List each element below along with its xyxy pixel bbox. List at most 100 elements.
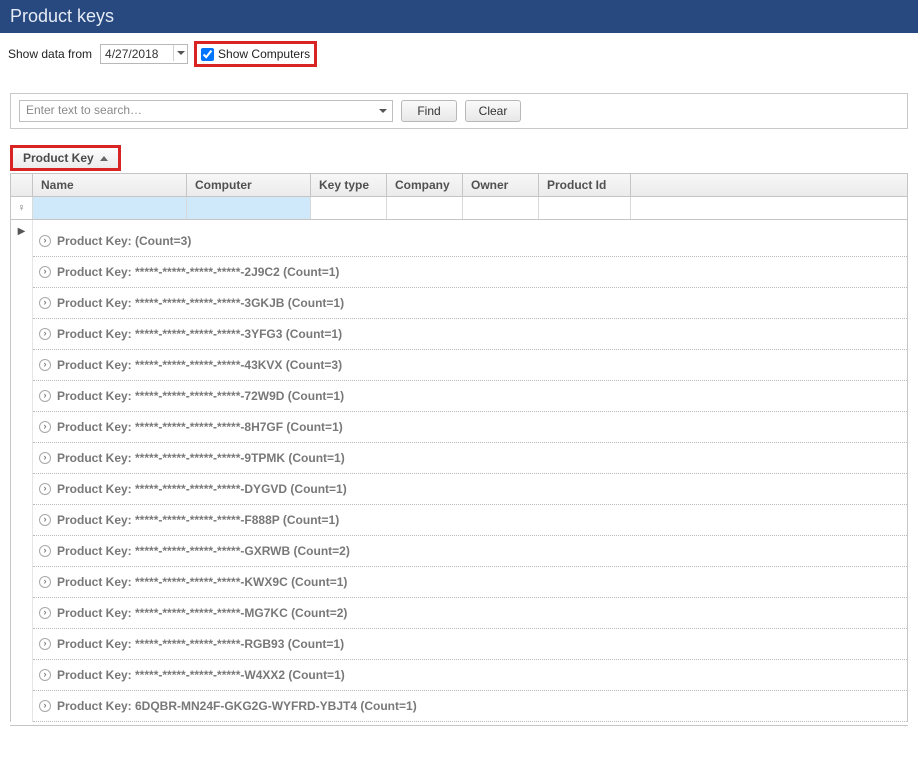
group-row-body: Product Key: *****-*****-*****-*****-F88… bbox=[33, 505, 907, 536]
expand-icon[interactable] bbox=[39, 297, 51, 309]
group-row-text: Product Key: *****-*****-*****-*****-KWX… bbox=[57, 575, 347, 589]
expand-icon[interactable] bbox=[39, 452, 51, 464]
search-placeholder: Enter text to search… bbox=[26, 103, 142, 117]
find-button[interactable]: Find bbox=[401, 100, 457, 122]
group-row-body: Product Key: (Count=3) bbox=[33, 220, 907, 257]
row-indicator bbox=[11, 536, 33, 567]
chevron-down-icon bbox=[379, 109, 387, 113]
group-row[interactable]: Product Key: *****-*****-*****-*****-W4X… bbox=[11, 660, 907, 691]
show-data-from-label: Show data from bbox=[8, 47, 92, 61]
row-indicator bbox=[11, 691, 33, 722]
column-header-keytype[interactable]: Key type bbox=[311, 174, 387, 196]
date-dropdown-icon[interactable] bbox=[173, 45, 187, 61]
expand-icon[interactable] bbox=[39, 607, 51, 619]
group-row[interactable]: Product Key: *****-*****-*****-*****-KWX… bbox=[11, 567, 907, 598]
expand-icon[interactable] bbox=[39, 576, 51, 588]
search-dropdown-icon[interactable] bbox=[376, 104, 390, 118]
row-indicator bbox=[11, 567, 33, 598]
filter-computer-input[interactable] bbox=[187, 197, 310, 219]
group-row[interactable]: Product Key: *****-*****-*****-*****-F88… bbox=[11, 505, 907, 536]
group-row[interactable]: Product Key: *****-*****-*****-*****-9TP… bbox=[11, 443, 907, 474]
row-indicator bbox=[11, 412, 33, 443]
group-row-body: Product Key: *****-*****-*****-*****-3YF… bbox=[33, 319, 907, 350]
group-row-body: Product Key: *****-*****-*****-*****-9TP… bbox=[33, 443, 907, 474]
group-row[interactable]: Product Key: *****-*****-*****-*****-3GK… bbox=[11, 288, 907, 319]
filter-row-indicator-icon: ♀ bbox=[11, 197, 33, 219]
show-computers-label: Show Computers bbox=[218, 47, 310, 61]
group-row-body: Product Key: 6DQBR-MN24F-GKG2G-WYFRD-YBJ… bbox=[33, 691, 907, 722]
group-row[interactable]: Product Key: *****-*****-*****-*****-43K… bbox=[11, 350, 907, 381]
expand-icon[interactable] bbox=[39, 514, 51, 526]
group-row-text: Product Key: *****-*****-*****-*****-3YF… bbox=[57, 327, 342, 341]
clear-button[interactable]: Clear bbox=[465, 100, 521, 122]
group-chip-product-key[interactable]: Product Key bbox=[10, 145, 121, 171]
group-row[interactable]: Product Key: *****-*****-*****-*****-3YF… bbox=[11, 319, 907, 350]
search-input[interactable]: Enter text to search… bbox=[19, 100, 393, 122]
group-row-text: Product Key: (Count=3) bbox=[57, 234, 191, 248]
group-row-text: Product Key: *****-*****-*****-*****-RGB… bbox=[57, 637, 344, 651]
column-header-name[interactable]: Name bbox=[33, 174, 187, 196]
group-row[interactable]: Product Key: *****-*****-*****-*****-RGB… bbox=[11, 629, 907, 660]
expand-icon[interactable] bbox=[39, 390, 51, 402]
expand-icon[interactable] bbox=[39, 328, 51, 340]
filter-productid-input[interactable] bbox=[539, 197, 630, 219]
expand-icon[interactable] bbox=[39, 266, 51, 278]
row-indicator bbox=[11, 443, 33, 474]
grid-header: Name Computer Key type Company Owner Pro… bbox=[10, 173, 908, 220]
expand-icon[interactable] bbox=[39, 669, 51, 681]
group-row-body: Product Key: *****-*****-*****-*****-3GK… bbox=[33, 288, 907, 319]
expand-icon[interactable] bbox=[39, 545, 51, 557]
row-indicator bbox=[11, 350, 33, 381]
group-row-text: Product Key: 6DQBR-MN24F-GKG2G-WYFRD-YBJ… bbox=[57, 699, 417, 713]
filter-owner-input[interactable] bbox=[463, 197, 538, 219]
group-row[interactable]: Product Key: *****-*****-*****-*****-GXR… bbox=[11, 536, 907, 567]
group-row-text: Product Key: *****-*****-*****-*****-9TP… bbox=[57, 451, 345, 465]
group-row[interactable]: Product Key: 6DQBR-MN24F-GKG2G-WYFRD-YBJ… bbox=[11, 691, 907, 722]
show-computers-highlight: Show Computers bbox=[194, 41, 317, 67]
expand-icon[interactable] bbox=[39, 359, 51, 371]
group-row-text: Product Key: *****-*****-*****-*****-F88… bbox=[57, 513, 339, 527]
group-row[interactable]: ▶Product Key: (Count=3) bbox=[11, 220, 907, 257]
group-row-body: Product Key: *****-*****-*****-*****-W4X… bbox=[33, 660, 907, 691]
row-indicator bbox=[11, 319, 33, 350]
group-row-text: Product Key: *****-*****-*****-*****-8H7… bbox=[57, 420, 343, 434]
expand-icon[interactable] bbox=[39, 235, 51, 247]
group-row-body: Product Key: *****-*****-*****-*****-2J9… bbox=[33, 257, 907, 288]
row-indicator bbox=[11, 505, 33, 536]
search-bar: Enter text to search… Find Clear bbox=[10, 93, 908, 129]
filter-bar: Show data from Show Computers bbox=[0, 33, 918, 75]
column-header-company[interactable]: Company bbox=[387, 174, 463, 196]
column-header-owner[interactable]: Owner bbox=[463, 174, 539, 196]
grid-rows: ▶Product Key: (Count=3) Product Key: ****… bbox=[10, 220, 908, 722]
expand-icon[interactable] bbox=[39, 483, 51, 495]
row-indicator bbox=[11, 660, 33, 691]
group-row-body: Product Key: *****-*****-*****-*****-KWX… bbox=[33, 567, 907, 598]
group-row-text: Product Key: *****-*****-*****-*****-W4X… bbox=[57, 668, 345, 682]
row-indicator bbox=[11, 598, 33, 629]
page-title: Product keys bbox=[0, 0, 918, 33]
filter-name-input[interactable] bbox=[33, 197, 186, 219]
row-indicator bbox=[11, 257, 33, 288]
group-row-body: Product Key: *****-*****-*****-*****-72W… bbox=[33, 381, 907, 412]
expand-icon[interactable] bbox=[39, 700, 51, 712]
column-header-computer[interactable]: Computer bbox=[187, 174, 311, 196]
filter-keytype-input[interactable] bbox=[311, 197, 386, 219]
group-row-body: Product Key: *****-*****-*****-*****-43K… bbox=[33, 350, 907, 381]
expand-icon[interactable] bbox=[39, 638, 51, 650]
column-header-productid[interactable]: Product Id bbox=[539, 174, 631, 196]
show-computers-checkbox[interactable] bbox=[201, 48, 214, 61]
group-row-text: Product Key: *****-*****-*****-*****-2J9… bbox=[57, 265, 339, 279]
chevron-down-icon bbox=[177, 51, 185, 55]
group-chip-label: Product Key bbox=[23, 151, 94, 165]
group-row-body: Product Key: *****-*****-*****-*****-RGB… bbox=[33, 629, 907, 660]
group-row[interactable]: Product Key: *****-*****-*****-*****-8H7… bbox=[11, 412, 907, 443]
group-row-body: Product Key: *****-*****-*****-*****-8H7… bbox=[33, 412, 907, 443]
expand-icon[interactable] bbox=[39, 421, 51, 433]
group-row[interactable]: Product Key: *****-*****-*****-*****-DYG… bbox=[11, 474, 907, 505]
group-row-body: Product Key: *****-*****-*****-*****-GXR… bbox=[33, 536, 907, 567]
group-row[interactable]: Product Key: *****-*****-*****-*****-2J9… bbox=[11, 257, 907, 288]
group-row[interactable]: Product Key: *****-*****-*****-*****-MG7… bbox=[11, 598, 907, 629]
filter-company-input[interactable] bbox=[387, 197, 462, 219]
filter-row: ♀ bbox=[11, 197, 907, 220]
group-row[interactable]: Product Key: *****-*****-*****-*****-72W… bbox=[11, 381, 907, 412]
